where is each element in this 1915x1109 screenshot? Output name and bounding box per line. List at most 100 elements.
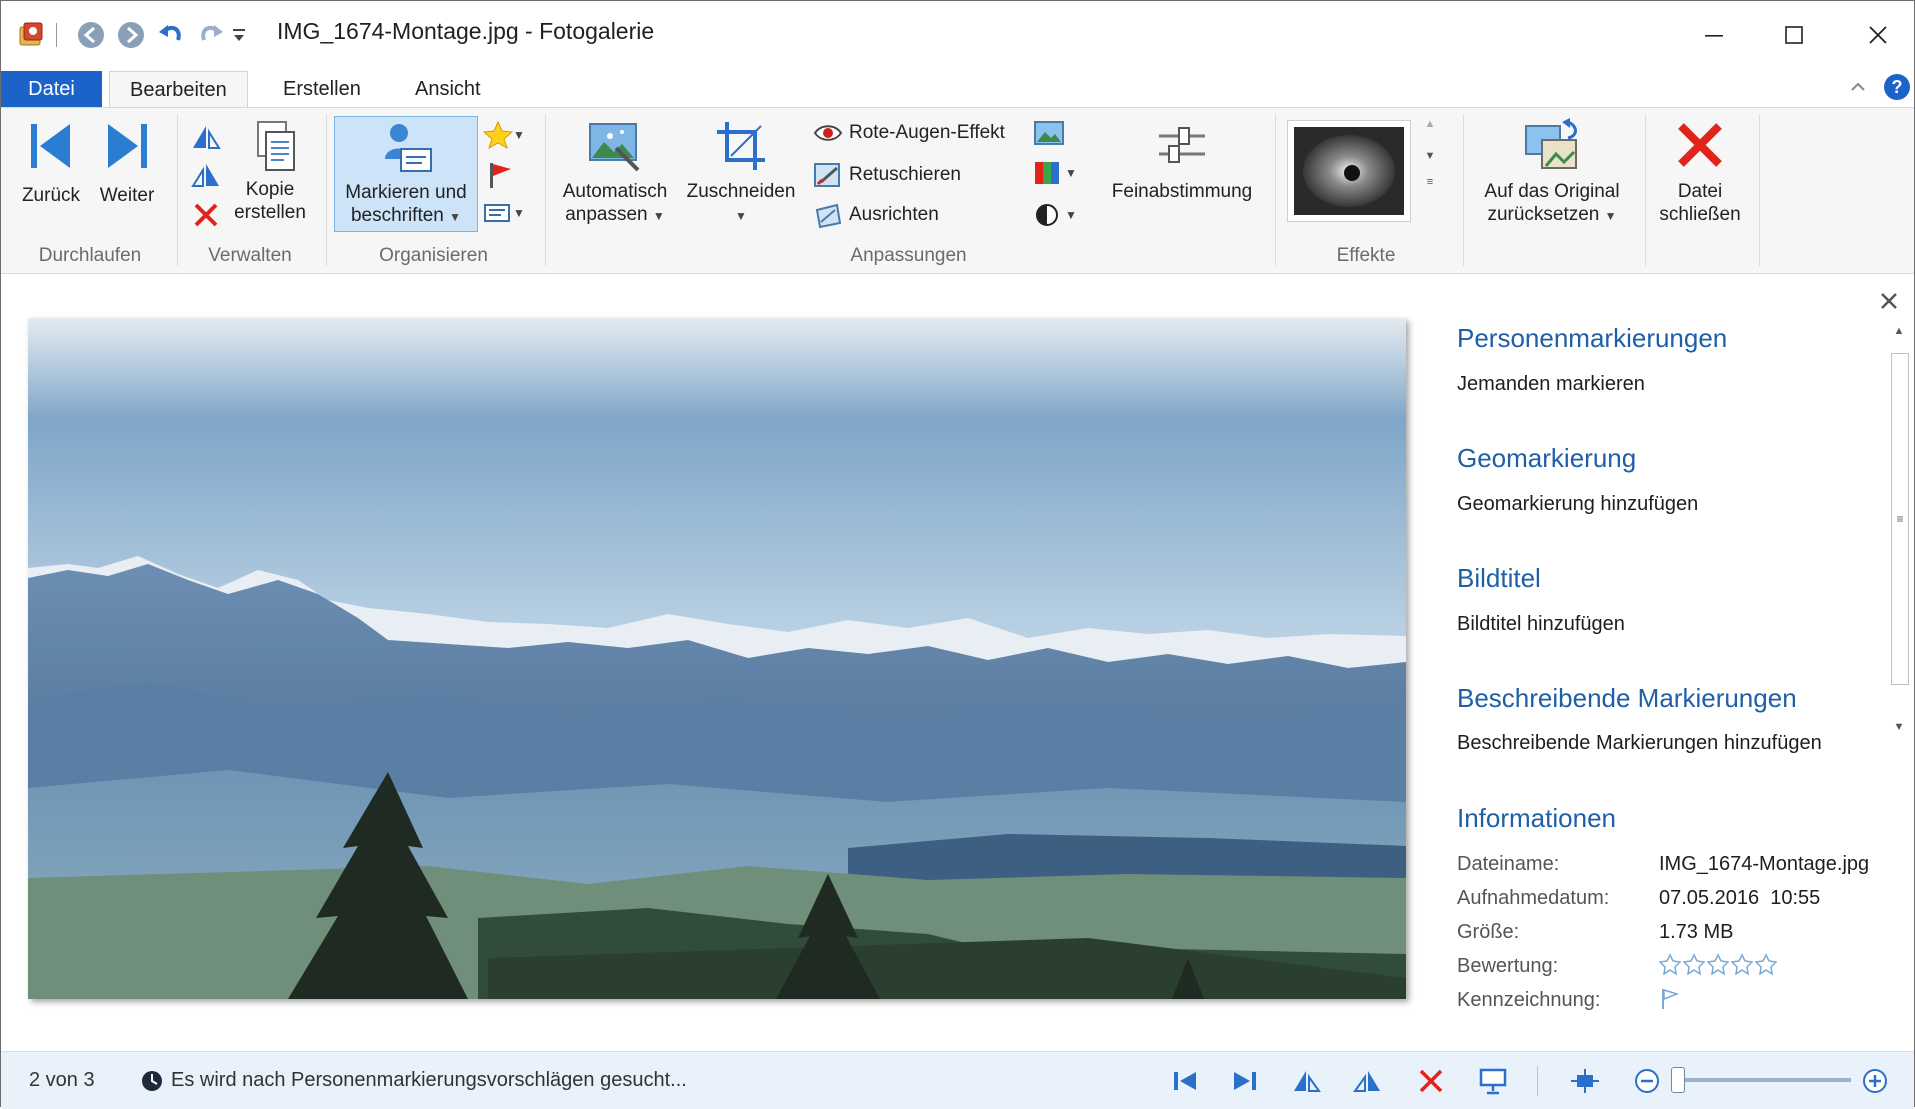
info-key: Dateiname: xyxy=(1457,853,1560,875)
scroll-thumb[interactable]: ≡ xyxy=(1891,353,1909,685)
redo-icon[interactable] xyxy=(191,15,231,55)
delete-button[interactable] xyxy=(191,200,221,230)
exposure-dropdown[interactable]: ▼ xyxy=(1033,202,1077,228)
customize-icon[interactable] xyxy=(227,15,251,55)
star-icon xyxy=(483,120,513,150)
rotate-left-button[interactable] xyxy=(189,122,223,152)
sb-previous-button[interactable] xyxy=(1167,1064,1203,1098)
tab-datei[interactable]: Datei xyxy=(1,71,102,107)
tab-bearbeiten[interactable]: Bearbeiten xyxy=(109,71,248,108)
sb-separator xyxy=(1537,1066,1538,1096)
position-indicator: 2 von 3 xyxy=(29,1069,95,1091)
gallery-up-icon[interactable]: ▲ xyxy=(1415,118,1445,130)
collapse-ribbon-icon[interactable] xyxy=(1848,77,1868,97)
star-outline-icon[interactable] xyxy=(1659,953,1681,975)
tag-caption-label-2: beschriften ▼ xyxy=(350,205,462,226)
red-eye-icon xyxy=(813,125,843,141)
star-outline-icon[interactable] xyxy=(1707,953,1729,975)
photo-view[interactable] xyxy=(28,318,1406,999)
crop-button[interactable]: Zuschneiden ▼ xyxy=(679,118,803,228)
close-file-button[interactable]: Datei schließen xyxy=(1653,118,1747,226)
revert-label-2: zurücksetzen ▼ xyxy=(1487,204,1617,225)
tab-erstellen[interactable]: Erstellen xyxy=(263,71,381,107)
crop-label: Zuschneiden xyxy=(686,181,796,202)
group-separator xyxy=(177,114,178,266)
flag-toggle[interactable] xyxy=(1659,987,1681,1011)
maximize-button[interactable] xyxy=(1759,11,1829,59)
zoom-out-button[interactable] xyxy=(1629,1064,1665,1098)
svg-text:?: ? xyxy=(1892,77,1903,97)
straighten-label: Ausrichten xyxy=(849,204,939,225)
auto-adjust-label-1: Automatisch xyxy=(562,181,668,202)
back-button[interactable]: Zurück xyxy=(15,120,87,207)
back-label: Zurück xyxy=(21,185,81,206)
minimize-button[interactable] xyxy=(1679,11,1749,59)
revert-button[interactable]: Auf das Original zurücksetzen ▼ xyxy=(1471,118,1633,228)
close-button[interactable] xyxy=(1843,11,1913,59)
app-icon[interactable] xyxy=(11,15,51,55)
fine-tune-button[interactable]: Feinabstimmung xyxy=(1101,118,1263,203)
revert-icon xyxy=(1525,118,1577,169)
gallery-more-icon[interactable]: ≡ xyxy=(1415,176,1445,188)
info-key: Aufnahmedatum: xyxy=(1457,887,1610,909)
group-label-anpassungen: Anpassungen xyxy=(850,245,967,266)
star-outline-icon[interactable] xyxy=(1755,953,1777,975)
sb-rotate-right-button[interactable] xyxy=(1349,1064,1385,1098)
gallery-down-icon[interactable]: ▼ xyxy=(1415,150,1445,162)
zoom-slider[interactable] xyxy=(1671,1067,1851,1093)
add-caption-link[interactable]: Bildtitel hinzufügen xyxy=(1457,613,1625,636)
color-dropdown[interactable]: ▼ xyxy=(1033,160,1077,186)
sb-rotate-left-button[interactable] xyxy=(1289,1064,1325,1098)
copy-button[interactable]: Kopie erstellen xyxy=(227,118,313,224)
group-separator xyxy=(1645,114,1646,266)
close-icon xyxy=(1869,26,1887,44)
straighten-button[interactable]: Ausrichten xyxy=(813,202,939,228)
rotate-left-icon xyxy=(193,126,221,149)
zoom-out-icon xyxy=(1635,1069,1659,1093)
status-message: Es wird nach Personenmarkierungsvorschlä… xyxy=(171,1069,687,1091)
sb-actual-size-button[interactable] xyxy=(1567,1064,1603,1098)
tag-someone-link[interactable]: Jemanden markieren xyxy=(1457,373,1645,396)
pane-scrollbar[interactable]: ▲ ≡ ▼ xyxy=(1885,319,1913,749)
next-button[interactable]: Weiter xyxy=(91,120,163,207)
effect-gallery-scroll[interactable]: ▲ ▼ ≡ xyxy=(1415,118,1445,226)
red-eye-button[interactable]: Rote-Augen-Effekt xyxy=(813,122,1005,144)
auto-adjust-icon xyxy=(589,123,640,172)
properties-dropdown[interactable]: ▼ xyxy=(483,200,527,226)
retouch-button[interactable]: Retuschieren xyxy=(813,162,961,188)
flag-button[interactable] xyxy=(485,160,515,190)
help-icon[interactable]: ? xyxy=(1883,73,1911,101)
rating-stars[interactable] xyxy=(1659,953,1777,975)
undo-icon[interactable] xyxy=(151,15,191,55)
window-title: IMG_1674-Montage.jpg - Fotogalerie xyxy=(277,18,655,44)
rotate-right-button[interactable] xyxy=(189,160,223,190)
sb-delete-button[interactable] xyxy=(1413,1064,1449,1098)
rotate-right-icon xyxy=(191,164,219,187)
add-geotag-link[interactable]: Geomarkierung hinzufügen xyxy=(1457,493,1698,516)
star-outline-icon[interactable] xyxy=(1731,953,1753,975)
color-photo-button[interactable] xyxy=(1033,120,1065,148)
close-file-label-1: Datei xyxy=(1677,181,1723,202)
tag-caption-button[interactable]: Markieren und beschriften ▼ xyxy=(334,116,478,232)
rating-dropdown[interactable]: ▼ xyxy=(483,120,527,150)
group-separator xyxy=(1463,114,1464,266)
tab-ansicht[interactable]: Ansicht xyxy=(395,71,501,107)
date-taken-value: 07.05.2016 10:55 xyxy=(1659,887,1821,909)
auto-adjust-button[interactable]: Automatisch anpassen ▼ xyxy=(555,118,675,228)
scroll-up-icon[interactable]: ▲ xyxy=(1885,319,1913,343)
scroll-down-icon[interactable]: ▼ xyxy=(1885,721,1913,733)
auto-adjust-label-2: anpassen ▼ xyxy=(565,204,665,225)
people-tags-heading: Personenmarkierungen xyxy=(1457,323,1728,353)
zoom-in-button[interactable] xyxy=(1857,1064,1893,1098)
sb-next-button[interactable] xyxy=(1227,1064,1263,1098)
back-icon[interactable] xyxy=(71,15,111,55)
star-outline-icon[interactable] xyxy=(1683,953,1705,975)
add-descriptive-tags-link[interactable]: Beschreibende Markierungen hinzufügen xyxy=(1457,732,1822,755)
group-separator xyxy=(1759,114,1760,266)
crop-dropdown-caret[interactable]: ▼ xyxy=(679,203,803,228)
sb-slideshow-button[interactable] xyxy=(1475,1064,1511,1098)
effect-gallery-item[interactable] xyxy=(1287,120,1411,222)
zoom-slider-thumb[interactable] xyxy=(1671,1067,1685,1093)
forward-icon[interactable] xyxy=(111,15,151,55)
maximize-icon xyxy=(1785,26,1803,44)
